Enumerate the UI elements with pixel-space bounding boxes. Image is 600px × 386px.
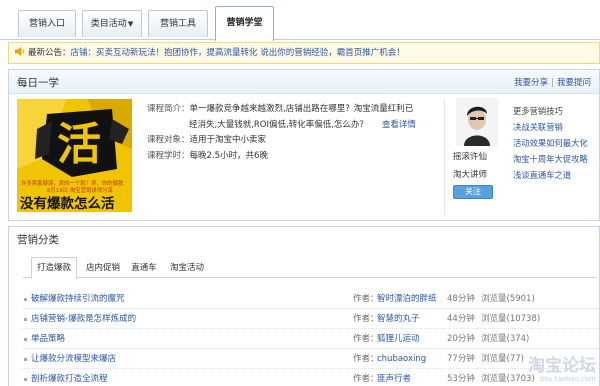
panel-title: 每日一学 — [17, 77, 59, 89]
audience-value: 适用于淘宝中小卖家 — [189, 135, 267, 145]
link-separator: | — [551, 78, 554, 88]
article-title[interactable]: 破解爆款持续引流的魔咒 — [31, 289, 125, 309]
article-views: 浏览量(5901) — [481, 294, 535, 304]
article-author[interactable]: 狐狸儿运动 — [377, 329, 420, 349]
article-duration: 20分钟 — [447, 334, 475, 344]
chevron-down-icon: ▼ — [127, 20, 134, 28]
lecturer-name[interactable]: 摇滚许仙 — [453, 150, 509, 164]
panel-header: 营销分类 — [9, 227, 599, 249]
tip-link[interactable]: 决战关联营销 — [513, 119, 599, 135]
ask-link[interactable]: 我要提问 — [557, 78, 591, 88]
list-item: 店铺营销-爆款是怎样炼成的 作者： 智慧的丸子 44分钟 浏览量(10738) — [23, 309, 599, 329]
view-details-link[interactable]: 查看详情 — [382, 120, 416, 130]
lecturer-card: 摇滚许仙 淘大讲师 关注 — [453, 98, 509, 199]
intro-label: 课程简介： — [147, 104, 190, 114]
header-links: 我要分享 | 我要提问 — [514, 76, 591, 88]
list-item: 单品策略 作者： 狐狸儿运动 20分钟 浏览量(374) — [23, 329, 599, 349]
watermark-text: 淘宝论坛 — [528, 356, 596, 376]
tip-link[interactable]: 浅谈直通车之道 — [513, 167, 599, 183]
tab-label: 类目活动 — [90, 19, 127, 29]
announcement-label: 最新公告： — [28, 48, 71, 58]
lecturer-role: 淘大讲师 — [453, 170, 488, 180]
bullet — [24, 358, 27, 361]
course-cover-image[interactable]: 活 许多卖家疑惑，卖的一个款？卖，你的爆款 8月19日 淘宝营销讲师分享 没有爆… — [17, 99, 132, 212]
tab-hot-item[interactable]: 打造爆款 — [31, 257, 77, 279]
cover-artwork: 活 许多卖家疑惑，卖的一个款？卖，你的爆款 8月19日 淘宝营销讲师分享 没有爆… — [17, 99, 132, 212]
forum-watermark: 淘宝论坛 bbs.taobao.com — [476, 358, 596, 386]
author-label: 作者： — [353, 314, 379, 324]
tab-label: 营销学堂 — [226, 18, 263, 28]
tip-link[interactable]: 淘宝十周年大促攻略 — [513, 151, 599, 167]
article-author[interactable]: 智慧的丸子 — [377, 309, 420, 329]
article-title[interactable]: 让爆款分流模型来爆店 — [31, 349, 116, 369]
article-title[interactable]: 单品策略 — [31, 329, 65, 349]
cover-slogan: 没有爆款怎么活 — [20, 195, 115, 212]
bullet — [24, 378, 27, 381]
cover-big-char: 活 — [57, 119, 101, 170]
cover-line-2: 8月19日 淘宝营销讲师分享 — [47, 186, 114, 194]
author-label: 作者： — [353, 334, 379, 344]
article-duration: 44分钟 — [447, 314, 475, 324]
lecturer-photo — [456, 98, 498, 146]
article-views: 浏览量(374) — [481, 334, 530, 344]
speaker-icon — [14, 46, 24, 57]
article-duration: 48分钟 — [447, 294, 475, 304]
follow-button[interactable]: 关注 — [453, 185, 493, 199]
time-value: 每晚2.5小时，共6晚 — [189, 150, 268, 161]
share-link[interactable]: 我要分享 — [514, 78, 548, 88]
tab-marketing-school[interactable]: 营销学堂 — [215, 6, 274, 41]
bullet — [24, 338, 27, 341]
tab-marketing-entry[interactable]: 营销入口 — [18, 10, 76, 37]
tab-taobao-events[interactable]: 淘宝活动 — [165, 260, 209, 278]
article-views: 浏览量(10738) — [481, 314, 541, 324]
time-label: 课程学时： — [147, 150, 190, 161]
intro-text: 单一爆款竞争越来越激烈,店铺出路在哪里？淘宝流量红利已 — [189, 104, 414, 114]
top-tab-bar: 营销入口 类目活动▼ 营销工具 营销学堂 — [0, 0, 600, 41]
tab-through-train[interactable]: 直通车 — [127, 260, 161, 278]
divider — [444, 100, 445, 215]
avatar[interactable] — [456, 98, 498, 146]
audience-label: 课程对象： — [147, 135, 190, 145]
more-tips: 更多营销技巧 决战关联营销 活动效果如何最大化 淘宝十周年大促攻略 浅谈直通车之… — [513, 103, 599, 183]
cover-line-1: 许多卖家疑惑，卖的一个款？卖，你的爆款 — [21, 179, 124, 187]
announcement-bar: 最新公告：店铺：买卖互动新玩法！抱团协作，提高流量转化 说出你的营销经验，霸首页… — [8, 42, 600, 64]
list-item: 破解爆款持续引流的魔咒 作者： 智时漂泊的胖纸 48分钟 浏览量(5901) — [23, 289, 599, 309]
article-duration: 77分钟 — [447, 354, 475, 364]
article-title[interactable]: 剖析爆款打造全流程 — [31, 369, 108, 386]
article-duration: 53分钟 — [447, 374, 475, 384]
article-author[interactable]: 智时漂泊的胖纸 — [377, 289, 437, 309]
author-label: 作者： — [353, 354, 379, 364]
tab-label: 营销工具 — [159, 19, 196, 29]
panel-header: 每日一学 我要分享 | 我要提问 — [9, 70, 599, 94]
tab-category-activity[interactable]: 类目活动▼ — [82, 10, 142, 37]
daily-learning-panel: 每日一学 我要分享 | 我要提问 活 许多卖家疑惑，卖的一个款？卖，你的爆款 8月1… — [8, 69, 600, 221]
article-author[interactable]: chubaoxing — [377, 349, 426, 369]
tab-label: 营销入口 — [28, 19, 65, 29]
article-author[interactable]: 匪声行者 — [377, 369, 411, 386]
panel-title: 营销分类 — [17, 234, 59, 246]
article-title[interactable]: 店铺营销-爆款是怎样炼成的 — [31, 309, 136, 329]
announcement-link-2[interactable]: 霸首页推广机会！ — [337, 48, 405, 58]
course-info: 课程简介：单一爆款竞争越来越激烈,店铺出路在哪里？淘宝流量红利已 经消失,大量钱… — [147, 102, 437, 164]
bullet — [24, 318, 27, 321]
tips-title: 更多营销技巧 — [513, 106, 563, 116]
bullet — [24, 298, 27, 301]
category-tabs: 打造爆款 店内促销 直通车 淘宝活动 — [23, 256, 597, 279]
watermark-url: bbs.taobao.com — [539, 375, 596, 383]
author-label: 作者： — [353, 374, 379, 384]
announcement-link[interactable]: 店铺：买卖互动新玩法！抱团协作，提高流量转化 说出你的营销经验， — [71, 48, 337, 58]
tab-store-promo[interactable]: 店内促销 — [81, 260, 125, 278]
tip-link[interactable]: 活动效果如何最大化 — [513, 135, 599, 151]
tab-marketing-tools[interactable]: 营销工具 — [148, 10, 208, 37]
intro-text-cont: 经消失,大量钱就,ROI偏低,转化率偏低,怎么办？ — [189, 119, 368, 130]
author-label: 作者： — [353, 294, 379, 304]
